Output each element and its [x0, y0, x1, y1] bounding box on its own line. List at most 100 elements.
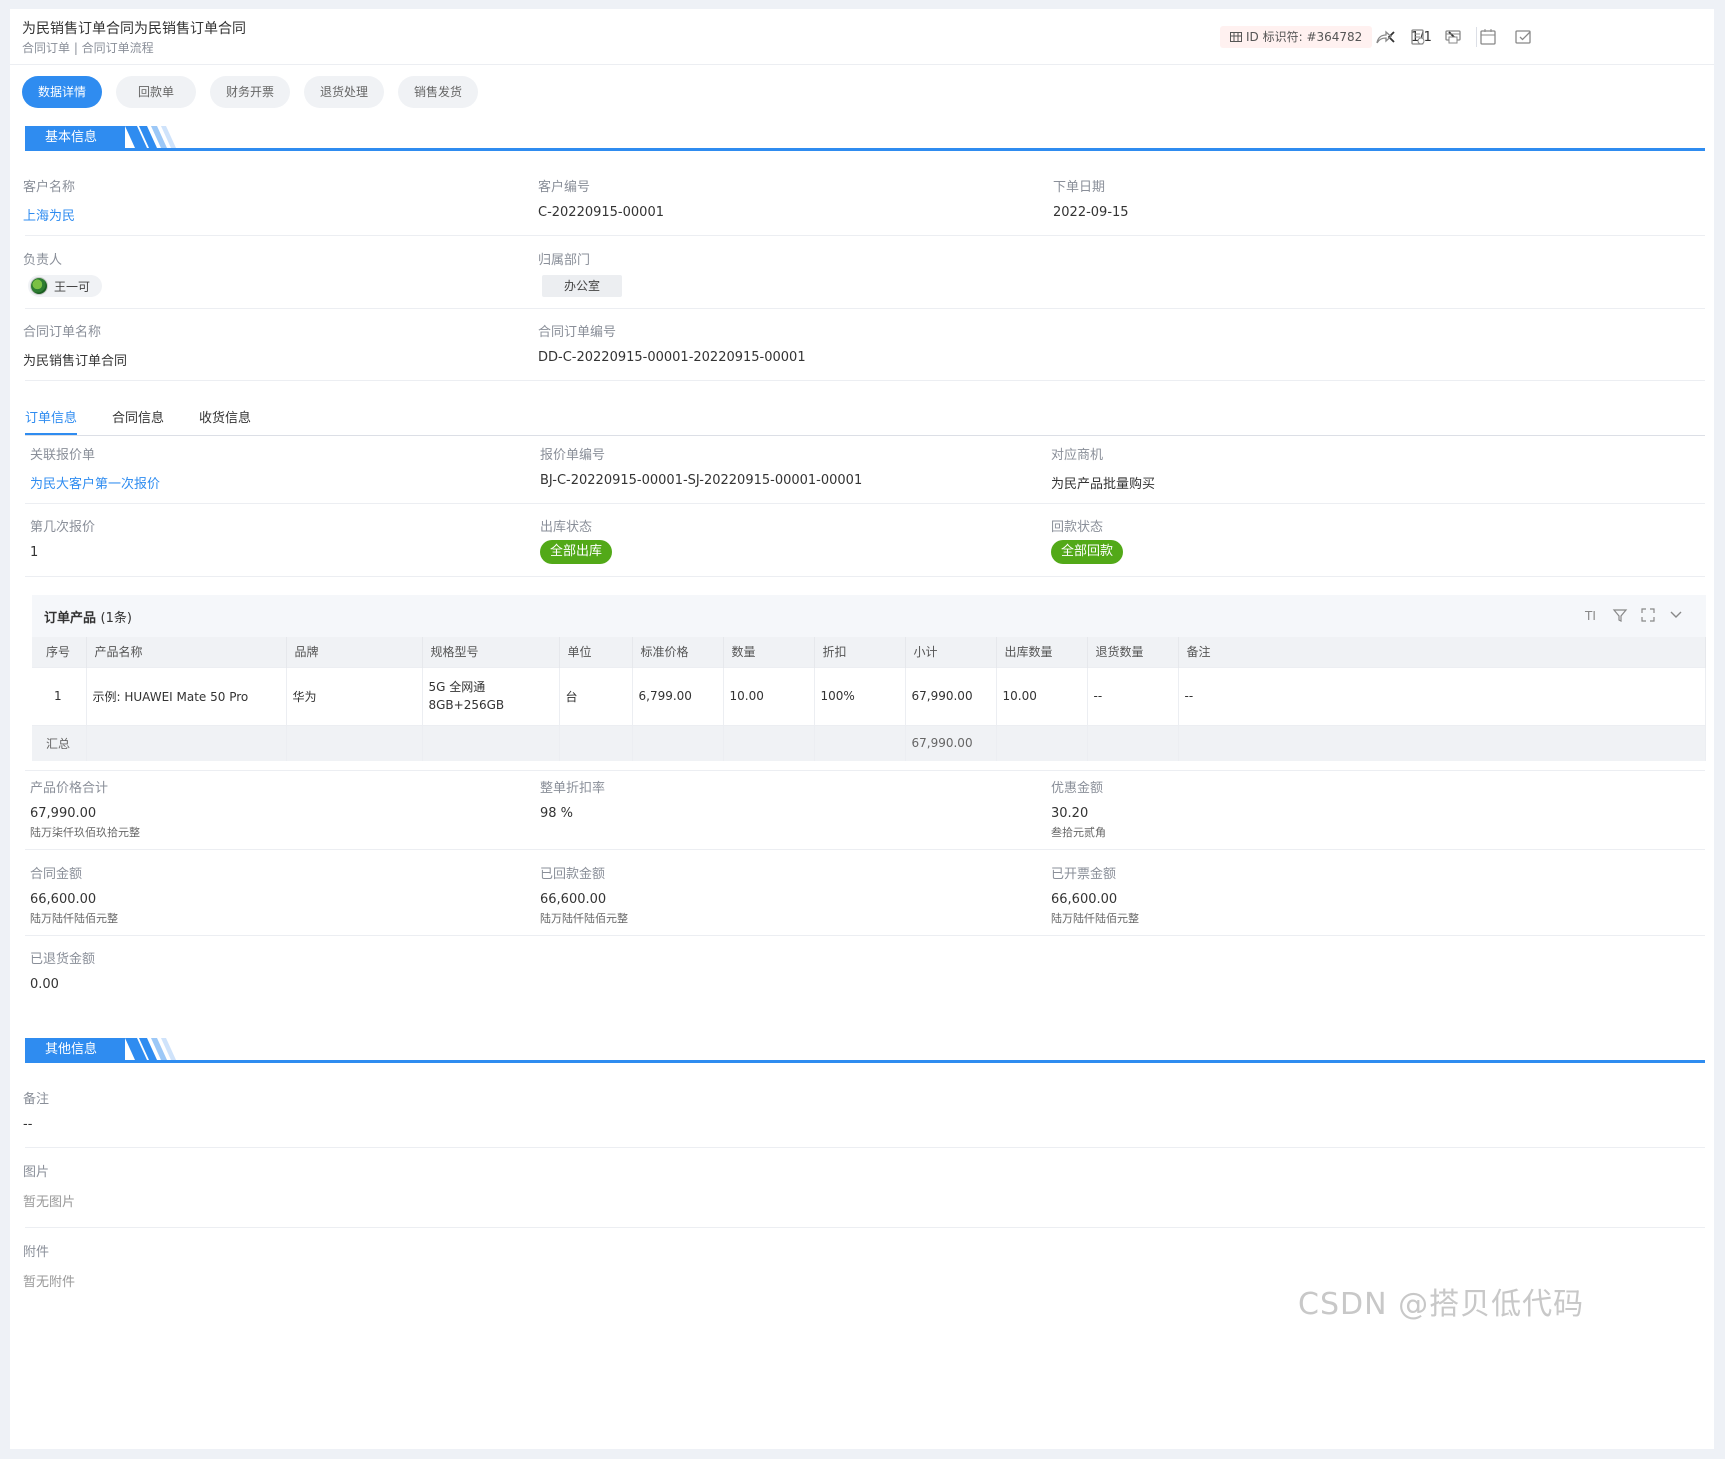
breadcrumb: 合同订单 | 合同订单流程	[22, 41, 154, 55]
other-info-header: 其他信息	[25, 1038, 1705, 1064]
print-button[interactable]	[1442, 26, 1464, 48]
discount-amount-value: 30.20	[1051, 806, 1089, 821]
cell-quantity: 10.00	[723, 666, 815, 725]
col-header[interactable]: 退货数量	[1087, 637, 1179, 667]
invoiced-value: 66,600.00	[1051, 892, 1118, 907]
calendar-button[interactable]	[1477, 26, 1499, 48]
cell-return-qty: --	[1087, 666, 1179, 725]
id-badge-text: ID 标识符: #364782	[1246, 30, 1363, 44]
image-label: 图片	[23, 1165, 50, 1180]
watermark: CSDN @搭贝低代码	[1298, 1287, 1585, 1322]
divider	[25, 308, 1705, 309]
col-header[interactable]: 规格型号	[422, 637, 560, 667]
contract-name-label: 合同订单名称	[23, 325, 102, 340]
dept-label: 归属部门	[538, 253, 591, 268]
col-header[interactable]: 数量	[723, 637, 815, 667]
tab-delivery[interactable]: 销售发货	[398, 76, 479, 108]
owner-name: 王一可	[54, 279, 91, 294]
col-header[interactable]: 序号	[32, 637, 87, 667]
cell-brand: 华为	[286, 666, 423, 725]
contract-no-value: DD-C-20220915-00001-20220915-00001	[538, 350, 806, 365]
divider	[25, 380, 1705, 381]
customer-name-link[interactable]: 上海为民	[23, 205, 75, 224]
discount-rate-value: 98 %	[540, 806, 574, 821]
owner-chip[interactable]: 王一可	[28, 275, 103, 297]
col-header[interactable]: 品牌	[286, 637, 423, 667]
tab-order-info[interactable]: 订单信息	[25, 407, 78, 435]
attachment-label: 附件	[23, 1245, 50, 1260]
section-title: 其他信息	[25, 1038, 125, 1062]
document-icon	[1411, 29, 1425, 45]
divider	[25, 503, 1705, 504]
cell-price: 6,799.00	[632, 666, 724, 725]
cell-product-name[interactable]: 示例: HUAWEI Mate 50 Pro	[86, 666, 287, 725]
id-badge: ID 标识符: #364782	[1220, 26, 1373, 48]
section-title: 基本信息	[25, 126, 125, 150]
chevron-down-icon[interactable]	[1668, 607, 1684, 623]
col-header[interactable]: 折扣	[814, 637, 906, 667]
discount-amount-cn: 叁拾元贰角	[1051, 826, 1106, 839]
contract-amount-value: 66,600.00	[30, 892, 97, 907]
col-header[interactable]: 出库数量	[996, 637, 1088, 667]
stock-status-label: 出库状态	[540, 520, 593, 535]
returned-value: 0.00	[30, 977, 59, 992]
detail-page: 为民销售订单合同为民销售订单合同 合同订单 | 合同订单流程 ID 标识符: #…	[10, 9, 1714, 1449]
cell-out-qty: 10.00	[996, 666, 1088, 725]
quote-round-value: 1	[30, 545, 39, 560]
attachment-empty: 暂无附件	[23, 1275, 76, 1290]
payment-status-label: 回款状态	[1051, 520, 1104, 535]
col-header[interactable]: 标准价格	[632, 637, 724, 667]
cell-index: 1	[32, 666, 87, 725]
divider	[25, 576, 1705, 577]
page-header: 为民销售订单合同为民销售订单合同 合同订单 | 合同订单流程 ID 标识符: #…	[10, 9, 1714, 65]
col-header[interactable]: 产品名称	[86, 637, 287, 667]
tab-shipping-info[interactable]: 收货信息	[199, 407, 251, 435]
order-date-value: 2022-09-15	[1053, 205, 1129, 220]
quote-round-label: 第几次报价	[30, 520, 96, 535]
contract-amount-cn: 陆万陆仟陆佰元整	[30, 912, 118, 925]
col-header[interactable]: 单位	[559, 637, 633, 667]
cell-discount: 100%	[814, 666, 906, 725]
invoiced-label: 已开票金额	[1051, 867, 1117, 882]
quote-link[interactable]: 为民大客户第一次报价	[30, 473, 160, 492]
font-size-icon[interactable]: TI	[1584, 607, 1600, 623]
section-underline	[25, 1060, 1705, 1063]
tab-payment[interactable]: 回款单	[116, 76, 197, 108]
svg-text:TI: TI	[1584, 609, 1596, 623]
approve-button[interactable]	[1512, 26, 1534, 48]
page-tabs: 数据详情 回款单 财务开票 退货处理 销售发货	[22, 76, 479, 108]
export-button[interactable]	[1407, 26, 1429, 48]
filter-icon[interactable]	[1612, 607, 1628, 623]
remark-label: 备注	[23, 1092, 50, 1107]
calendar-icon	[1480, 29, 1496, 45]
summary-label: 汇总	[32, 724, 87, 761]
col-header[interactable]: 备注	[1178, 637, 1706, 667]
contract-no-label: 合同订单编号	[538, 325, 617, 340]
total-cn: 陆万柒仟玖佰玖拾元整	[30, 826, 140, 839]
products-title-text: 订单产品	[44, 611, 97, 626]
cell-spec: 5G 全网通 8GB+256GB	[422, 666, 560, 725]
products-title: 订单产品 (1条)	[44, 607, 132, 626]
stripes-decoration	[125, 1038, 176, 1060]
tab-invoice[interactable]: 财务开票	[210, 76, 291, 108]
owner-label: 负责人	[23, 253, 63, 268]
cell-unit: 台	[559, 666, 633, 725]
divider	[25, 1227, 1705, 1228]
received-cn: 陆万陆仟陆佰元整	[540, 912, 628, 925]
divider	[25, 235, 1705, 236]
fullscreen-icon[interactable]	[1640, 607, 1656, 623]
share-icon	[1376, 30, 1392, 44]
quote-no-value: BJ-C-20220915-00001-SJ-20220915-00001-00…	[540, 473, 863, 488]
share-button[interactable]	[1372, 26, 1394, 48]
tab-return[interactable]: 退货处理	[304, 76, 385, 108]
col-header[interactable]: 小计	[905, 637, 997, 667]
received-label: 已回款金额	[540, 867, 606, 882]
total-label: 产品价格合计	[30, 781, 109, 796]
divider	[25, 849, 1705, 850]
tab-contract-info[interactable]: 合同信息	[112, 407, 164, 435]
cell-subtotal: 67,990.00	[905, 666, 997, 725]
dept-tag: 办公室	[542, 275, 622, 297]
tab-data-detail[interactable]: 数据详情	[22, 76, 103, 108]
divider	[25, 1147, 1705, 1148]
summary-subtotal: 67,990.00	[905, 724, 997, 761]
